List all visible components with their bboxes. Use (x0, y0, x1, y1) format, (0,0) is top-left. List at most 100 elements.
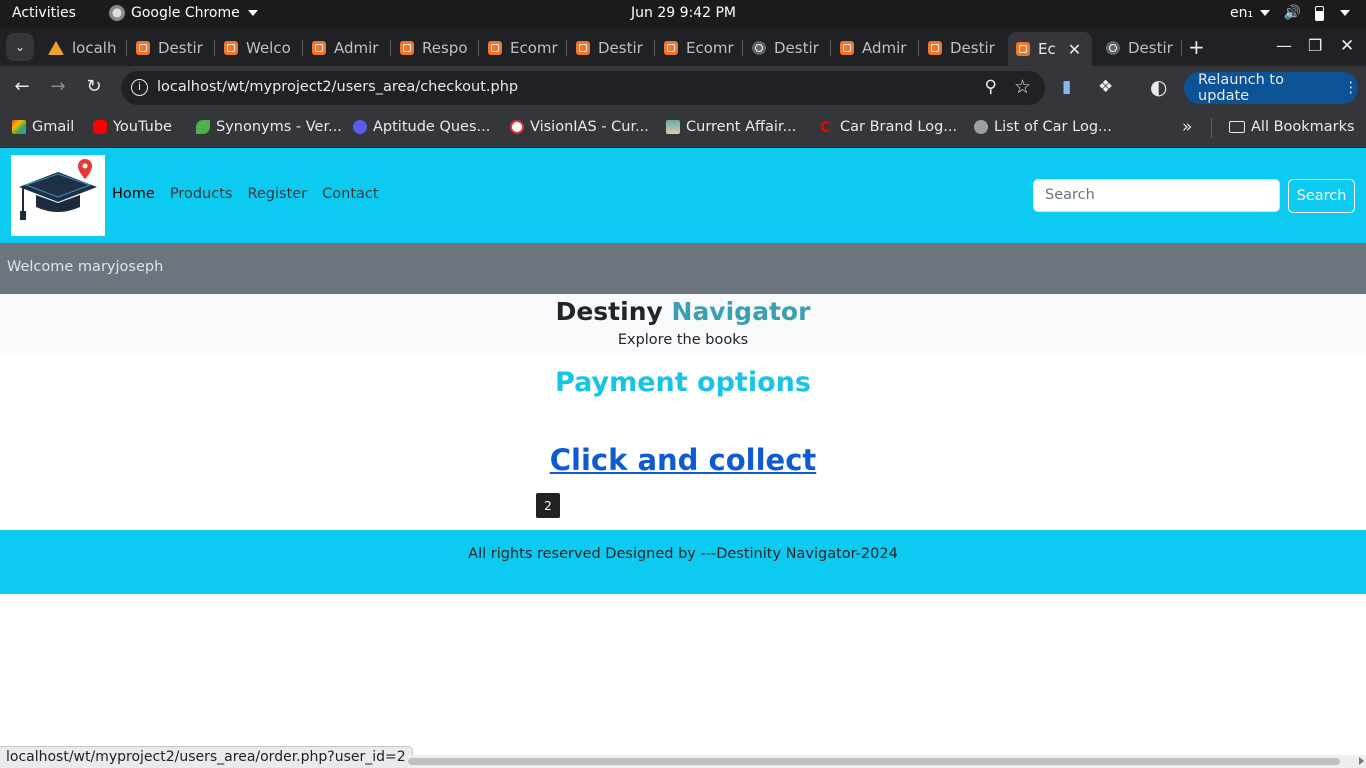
reload-icon[interactable]: ↻ (82, 76, 106, 97)
payment-options-heading: Payment options (555, 367, 811, 398)
chevron-down-icon (1259, 10, 1270, 16)
site-info-icon[interactable]: i (131, 79, 148, 96)
bookmarks-bar: Gmail YouTube Synonyms - Ver... Aptitude… (0, 110, 1366, 148)
chevron-down-icon (247, 10, 258, 16)
profile-avatar-icon[interactable]: ◐ (1150, 75, 1167, 99)
clock[interactable]: Jun 29 9:42 PM (631, 5, 736, 21)
more-vertical-icon: ⋮ (1343, 80, 1359, 96)
zoom-icon[interactable]: ⚲ (985, 77, 997, 97)
address-bar[interactable]: i localhost/wt/myproject2/users_area/che… (121, 71, 1045, 105)
horizontal-scrollbar[interactable] (408, 755, 1366, 768)
chrome-icon (109, 5, 125, 21)
url-text[interactable]: localhost/wt/myproject2/users_area/check… (157, 79, 518, 95)
nav-home-link[interactable]: Home (112, 186, 155, 202)
close-tab-icon[interactable]: ✕ (1068, 40, 1081, 59)
site-brand-title: Destiny Navigator (555, 297, 811, 326)
back-arrow-icon[interactable]: ← (10, 76, 34, 97)
nav-products-link[interactable]: Products (170, 186, 233, 202)
tab-strip: ⌄ localh Destir Welco Admir Respo Ecomr … (0, 28, 1366, 66)
bookmark-aptitude[interactable]: Aptitude Ques... (353, 119, 490, 135)
youtube-icon (93, 120, 107, 134)
xampp-icon (488, 41, 502, 55)
current-affairs-icon (666, 120, 680, 134)
site-navbar: Home Products Register Contact Search Se… (0, 148, 1366, 243)
scroll-right-arrow-icon[interactable] (1359, 757, 1364, 765)
bookmark-car-brand[interactable]: C Car Brand Log... (820, 119, 957, 135)
tab-9[interactable]: Destir (744, 34, 824, 62)
bookmark-synonyms[interactable]: Synonyms - Ver... (196, 119, 342, 135)
battery-icon[interactable] (1315, 5, 1324, 21)
volume-icon[interactable]: 🔊 (1284, 5, 1301, 21)
tab-4[interactable]: Admir (304, 34, 384, 62)
tab-12-active[interactable]: Ec ✕ (1008, 32, 1092, 66)
tab-3[interactable]: Welco (216, 34, 296, 62)
relaunch-button[interactable]: Relaunch to update ⋮ (1184, 72, 1358, 104)
app-menu[interactable]: Google Chrome (109, 5, 258, 21)
scrollbar-thumb[interactable] (408, 758, 1340, 765)
bookmark-current-affairs[interactable]: Current Affair... (666, 119, 796, 135)
tagline: Explore the books (617, 332, 749, 348)
app-name: Google Chrome (131, 5, 240, 21)
browser-toolbar: ← → ↻ i localhost/wt/myproject2/users_ar… (0, 66, 1366, 110)
welcome-text: Welcome maryjoseph (7, 259, 164, 275)
search-button[interactable]: Search (1288, 179, 1355, 213)
xampp-icon (1016, 42, 1030, 56)
xampp-icon (928, 41, 942, 55)
power-menu-chevron-icon[interactable] (1340, 10, 1350, 16)
nav-register-link[interactable]: Register (247, 186, 307, 202)
close-window-icon[interactable]: ✕ (1340, 36, 1354, 56)
activities-button[interactable]: Activities (12, 5, 76, 21)
search-input[interactable]: Search (1033, 179, 1280, 212)
forward-arrow-icon[interactable]: → (46, 76, 70, 97)
xampp-icon (840, 41, 854, 55)
click-and-collect-container: Click and collect (0, 443, 1366, 477)
xampp-icon (136, 41, 150, 55)
link-status-bubble: localhost/wt/myproject2/users_area/order… (0, 746, 413, 768)
hero-section: Destiny Navigator Explore the books (0, 294, 1366, 353)
minimize-icon[interactable]: — (1276, 36, 1292, 55)
new-tab-button[interactable]: + (1188, 35, 1205, 59)
tab-search-button[interactable]: ⌄ (6, 33, 34, 61)
tab-1[interactable]: localh (40, 34, 118, 62)
visionias-icon (510, 120, 524, 134)
maximize-icon[interactable]: ❐ (1308, 36, 1322, 55)
car-brand-c-icon: C (820, 118, 832, 136)
tab-7[interactable]: Destir (568, 34, 648, 62)
bookmark-star-icon[interactable]: ☆ (1014, 76, 1031, 98)
xampp-icon (224, 41, 238, 55)
system-tray[interactable]: en₁ 🔊 (1230, 5, 1350, 21)
xampp-icon (664, 41, 678, 55)
bookmark-youtube[interactable]: YouTube (93, 119, 172, 135)
gmail-icon (12, 120, 26, 134)
globe-icon (752, 41, 766, 55)
click-and-collect-link[interactable]: Click and collect (550, 443, 817, 477)
bookmark-visionias[interactable]: VisionIAS - Cur... (510, 119, 649, 135)
bookmark-car-logos[interactable]: List of Car Log... (974, 119, 1112, 135)
all-bookmarks-folder[interactable]: All Bookmarks (1229, 119, 1355, 135)
tab-8[interactable]: Ecomr (656, 34, 736, 62)
site-logo[interactable] (11, 155, 105, 236)
leaf-icon (196, 120, 210, 134)
welcome-bar: Welcome maryjoseph (0, 243, 1366, 294)
folder-icon (1229, 121, 1245, 133)
tab-6[interactable]: Ecomr (480, 34, 560, 62)
tab-10[interactable]: Admir (832, 34, 912, 62)
tab-13[interactable]: Destir (1098, 34, 1178, 62)
aptitude-icon (353, 120, 367, 134)
bookmark-gmail[interactable]: Gmail (12, 119, 74, 135)
bookmarks-overflow-icon[interactable]: » (1182, 117, 1192, 137)
tab-2[interactable]: Destir (128, 34, 208, 62)
tooltip: 2 (536, 493, 560, 518)
tab-11[interactable]: Destir (920, 34, 1000, 62)
nav-contact-link[interactable]: Contact (322, 186, 378, 202)
tab-5[interactable]: Respo (392, 34, 472, 62)
xampp-triangle-icon (48, 41, 64, 55)
xampp-icon (400, 41, 414, 55)
extension-doc-icon[interactable]: ▮ (1062, 77, 1071, 97)
site-nav-links: Home Products Register Contact (112, 186, 379, 202)
extensions-puzzle-icon[interactable]: ❖ (1098, 77, 1113, 97)
web-page: Home Products Register Contact Search Se… (0, 148, 1366, 768)
language-indicator[interactable]: en₁ (1230, 5, 1270, 21)
globe-icon (1106, 41, 1120, 55)
system-top-bar: Activities Google Chrome Jun 29 9:42 PM … (0, 0, 1366, 28)
